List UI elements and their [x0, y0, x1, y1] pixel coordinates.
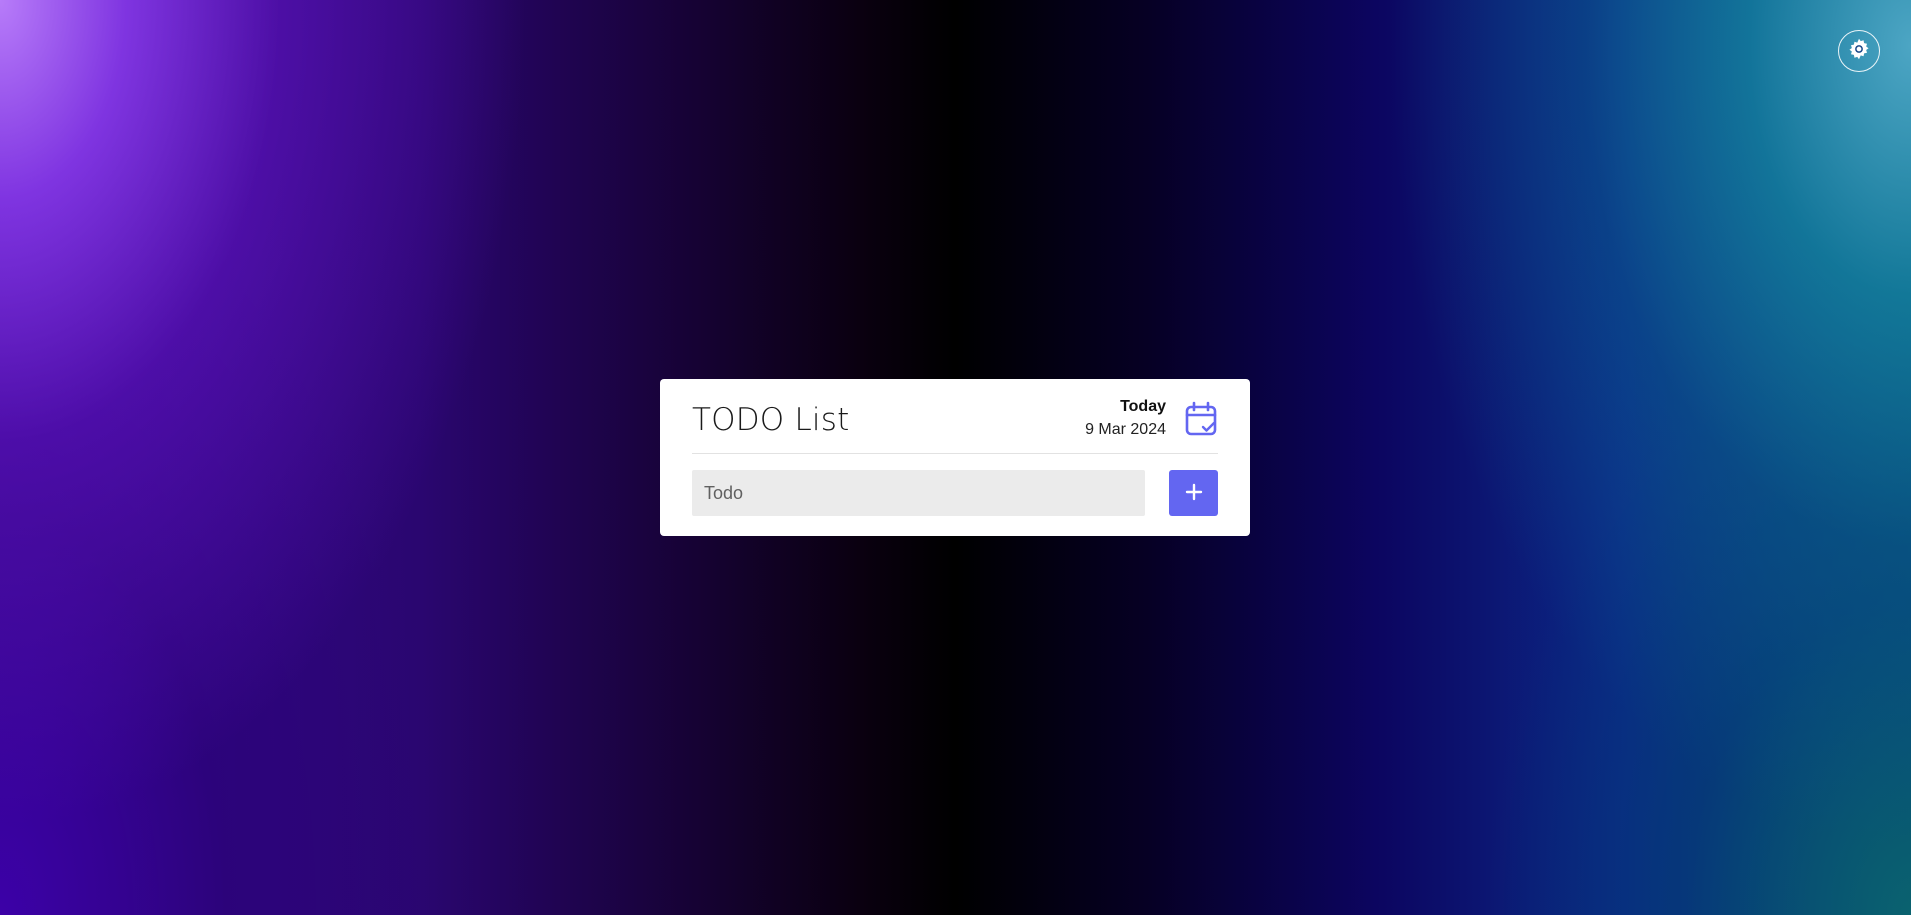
plus-icon [1185, 483, 1203, 504]
calendar-check-icon [1184, 401, 1218, 437]
page-title: TODO List [692, 402, 850, 438]
todo-input[interactable] [692, 470, 1145, 516]
card-header: TODO List Today 9 Mar 2024 [692, 379, 1218, 454]
gear-icon [1846, 36, 1872, 66]
todo-form [692, 470, 1218, 516]
today-label: Today [1120, 398, 1166, 415]
current-date: 9 Mar 2024 [1085, 421, 1166, 438]
todo-card: TODO List Today 9 Mar 2024 [660, 379, 1250, 536]
add-todo-button[interactable] [1169, 470, 1218, 516]
settings-button[interactable] [1838, 30, 1880, 72]
date-block: Today 9 Mar 2024 [1085, 390, 1218, 442]
date-text: Today 9 Mar 2024 [1085, 396, 1166, 442]
